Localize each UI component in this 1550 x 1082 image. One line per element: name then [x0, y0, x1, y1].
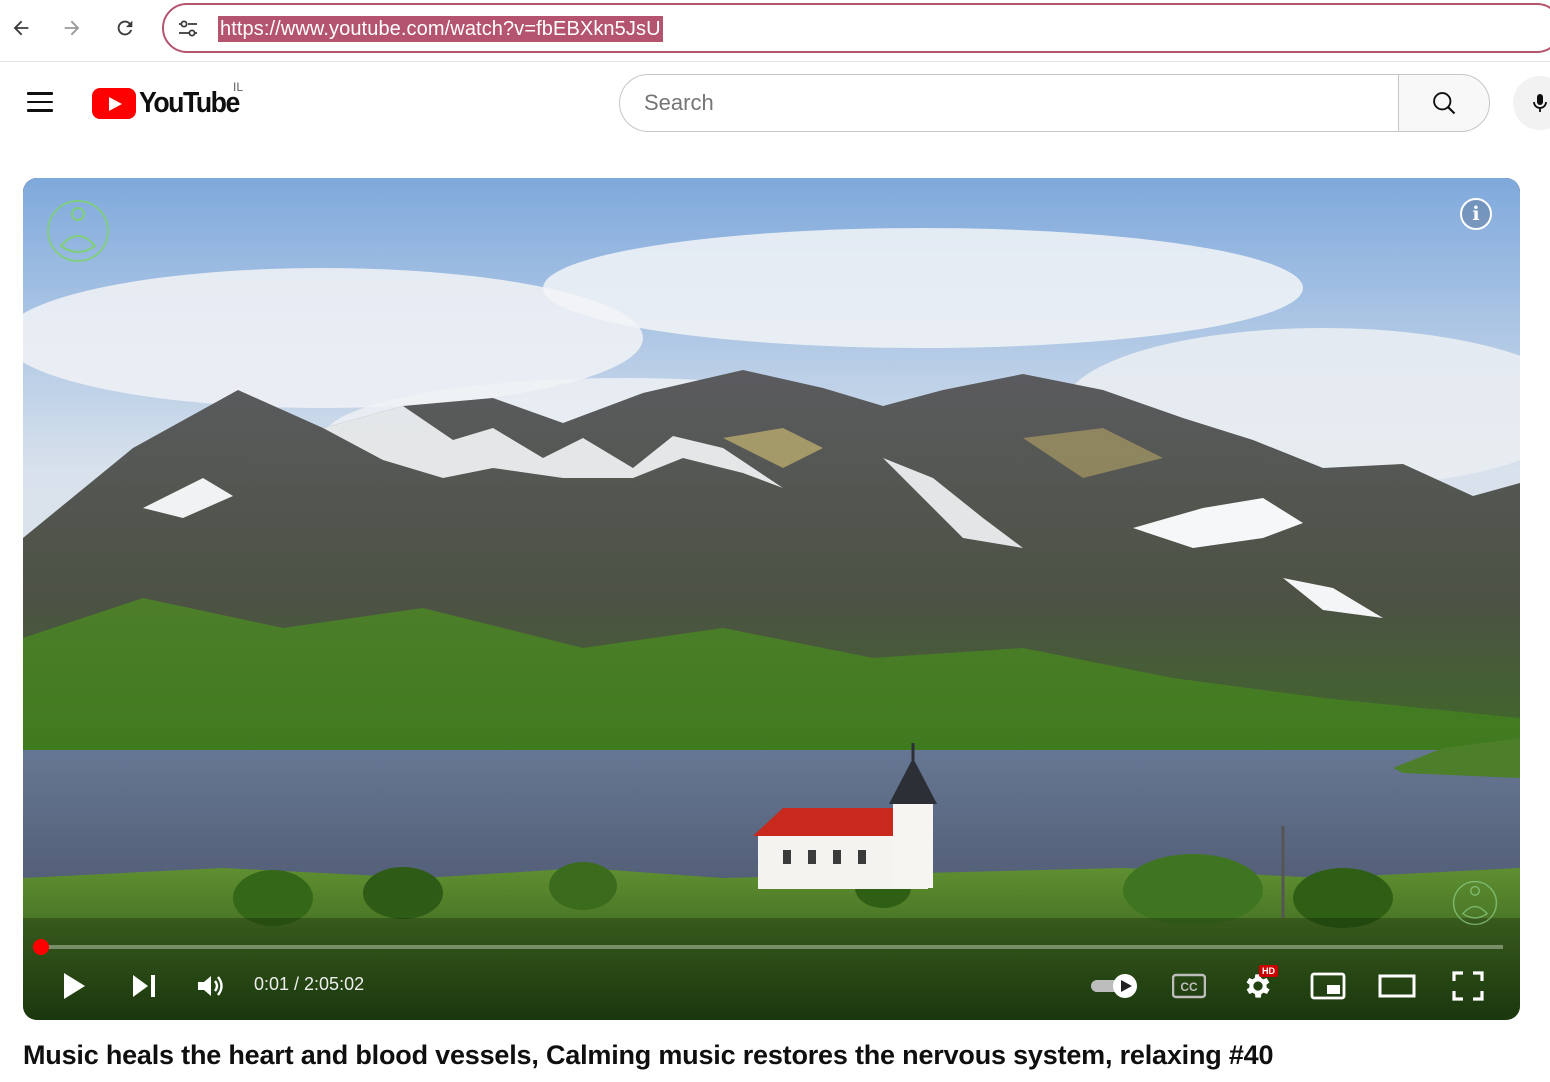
svg-text:CC: CC	[1180, 980, 1198, 994]
microphone-icon	[1533, 94, 1547, 112]
settings-button[interactable]: HD	[1237, 962, 1279, 1010]
hamburger-line-icon	[27, 100, 53, 104]
captions-icon: CC	[1172, 973, 1206, 999]
channel-watermark-icon[interactable]	[43, 196, 113, 266]
menu-button[interactable]	[22, 84, 58, 120]
country-code: IL	[233, 80, 244, 94]
logo-wordmark: YouTube	[139, 86, 240, 119]
progress-bar[interactable]	[33, 939, 1503, 955]
url-text[interactable]: https://www.youtube.com/watch?v=fbEBXkn5…	[218, 16, 663, 42]
reload-icon	[117, 20, 133, 36]
autoplay-toggle[interactable]	[1087, 962, 1143, 1010]
next-button[interactable]	[125, 962, 163, 1010]
search-box	[619, 74, 1399, 132]
play-icon	[64, 973, 85, 999]
back-button[interactable]	[3, 10, 39, 46]
miniplayer-icon	[1310, 972, 1346, 1000]
theater-icon	[1378, 974, 1416, 998]
next-icon	[133, 975, 155, 997]
volume-button[interactable]	[193, 962, 231, 1010]
address-bar[interactable]: https://www.youtube.com/watch?v=fbEBXkn5…	[162, 3, 1550, 53]
site-settings-icon[interactable]	[176, 17, 200, 41]
hamburger-line-icon	[27, 92, 53, 95]
hd-badge: HD	[1259, 965, 1278, 977]
video-title: Music heals the heart and blood vessels,…	[23, 1040, 1274, 1070]
reload-button[interactable]	[107, 10, 143, 46]
captions-button[interactable]: CC	[1168, 962, 1210, 1010]
youtube-play-logo-icon	[92, 87, 136, 119]
miniplayer-button[interactable]	[1307, 962, 1349, 1010]
fullscreen-icon	[1452, 971, 1484, 1001]
search-icon	[1433, 92, 1456, 115]
video-frame-image	[23, 178, 1520, 1020]
volume-icon	[198, 976, 223, 996]
info-icon[interactable]: i	[1460, 198, 1492, 230]
fullscreen-button[interactable]	[1447, 962, 1489, 1010]
arrow-right-icon	[64, 20, 80, 36]
play-button[interactable]	[55, 962, 93, 1010]
voice-search-button[interactable]	[1513, 76, 1550, 130]
search-button[interactable]	[1398, 74, 1490, 132]
branding-watermark-icon	[1452, 880, 1498, 926]
video-player[interactable]: i 0:01 / 2:05:02 CC HD	[23, 178, 1520, 1020]
player-controls: 0:01 / 2:05:02 CC HD	[23, 962, 1520, 1012]
forward-button[interactable]	[54, 10, 90, 46]
hamburger-line-icon	[27, 109, 53, 112]
youtube-logo[interactable]: YouTube IL	[92, 80, 248, 119]
arrow-left-icon	[13, 20, 29, 36]
browser-toolbar: https://www.youtube.com/watch?v=fbEBXkn5…	[0, 0, 1550, 62]
search-input[interactable]	[644, 75, 1384, 131]
time-display: 0:01 / 2:05:02	[254, 974, 365, 994]
autoplay-toggle-icon	[1091, 974, 1137, 998]
youtube-header: YouTube IL	[0, 62, 1550, 146]
theater-mode-button[interactable]	[1376, 962, 1418, 1010]
